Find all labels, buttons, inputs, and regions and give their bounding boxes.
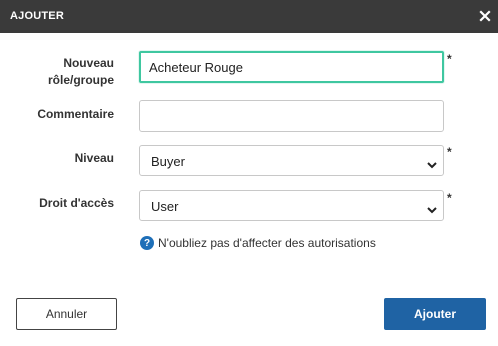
hint-text: N'oubliez pas d'affecter des autorisatio… — [158, 236, 376, 250]
level-select[interactable]: Buyer — [139, 145, 444, 176]
close-icon[interactable] — [478, 8, 492, 24]
permissions-hint: ? N'oubliez pas d'affecter des autorisat… — [140, 235, 376, 251]
level-label: Niveau — [74, 151, 114, 165]
access-select-value: User — [151, 199, 179, 214]
chevron-down-icon — [427, 157, 437, 169]
access-label: Droit d'accès — [39, 196, 114, 210]
add-button[interactable]: Ajouter — [384, 298, 486, 330]
dialog-title: AJOUTER — [10, 10, 64, 22]
role-label: Nouveau rôle/groupe — [47, 56, 114, 87]
chevron-down-icon — [427, 202, 437, 214]
question-icon: ? — [140, 236, 154, 250]
required-marker: * — [447, 52, 452, 66]
cancel-button[interactable]: Annuler — [16, 298, 117, 330]
comment-input[interactable] — [139, 100, 444, 132]
dialog-titlebar: AJOUTER — [0, 0, 498, 33]
required-marker: * — [447, 191, 452, 205]
required-marker: * — [447, 145, 452, 159]
comment-label: Commentaire — [37, 107, 114, 121]
level-select-value: Buyer — [151, 154, 185, 169]
access-select[interactable]: User — [139, 190, 444, 221]
role-input[interactable] — [139, 51, 444, 83]
